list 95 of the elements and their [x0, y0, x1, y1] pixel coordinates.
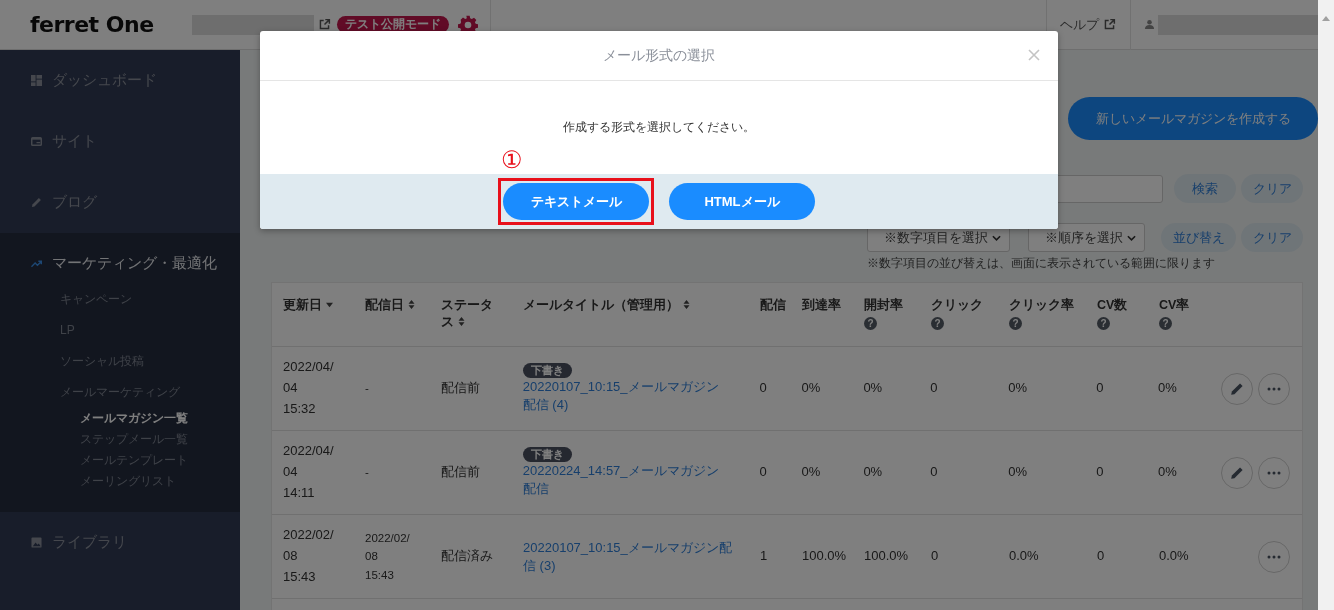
column-header[interactable]: メールタイトル（管理用）	[523, 297, 690, 314]
click-rate: 0.0%	[1009, 548, 1039, 564]
column-header[interactable]: 配信日	[365, 297, 415, 314]
updated-date: 2022/02/08 15:43	[283, 526, 335, 586]
column-header: クリック率	[1009, 297, 1074, 314]
sort-icon	[683, 300, 690, 309]
user-icon	[1144, 19, 1155, 30]
scrollbar[interactable]	[1318, 0, 1334, 610]
delivered-count: 0	[759, 380, 767, 396]
step-number: ①	[501, 145, 523, 175]
sidebar-item[interactable]: マーケティング・最適化	[0, 233, 240, 294]
pencil-icon	[1230, 465, 1244, 480]
click-count: 0	[930, 380, 938, 396]
cv-count: 0	[1096, 464, 1104, 480]
newsletter-title-link[interactable]: 20220107_10:15_メールマガジン配信 (4)	[522, 378, 732, 414]
help-icon[interactable]: ?	[1097, 316, 1110, 330]
cv-rate: 0%	[1158, 464, 1177, 480]
create-newsletter-button[interactable]: 新しいメールマガジンを作成する	[1068, 97, 1318, 140]
more-button[interactable]	[1258, 540, 1290, 573]
help-icon[interactable]: ?	[931, 316, 944, 330]
column-header[interactable]: ステータス	[441, 297, 497, 331]
column-header: CV率	[1159, 297, 1190, 314]
column-header: CV数	[1097, 297, 1128, 314]
clear-button[interactable]: クリア	[1241, 174, 1303, 203]
sidebar-label: マーケティング・最適化	[52, 254, 217, 273]
search-button[interactable]: 検索	[1174, 174, 1236, 203]
sent-date: 2022/02/08 15:43	[365, 530, 411, 583]
status: 配信前	[440, 464, 480, 480]
sort-order-select[interactable]: ※順序を選択	[1028, 223, 1145, 252]
column-header: 到達率	[802, 297, 841, 314]
sort-icon	[458, 316, 465, 326]
close-icon[interactable]	[1028, 49, 1040, 61]
window-icon	[31, 136, 42, 147]
logo[interactable]: ferret One	[30, 12, 192, 37]
edit-button[interactable]	[1221, 372, 1253, 405]
open-rate: 0%	[863, 464, 883, 480]
column-header[interactable]: 更新日	[283, 297, 333, 314]
open-rate: 0%	[863, 380, 883, 396]
reach-rate: 0%	[801, 464, 822, 481]
help-icon[interactable]: ?	[864, 316, 877, 330]
click-rate: 0%	[1008, 464, 1028, 480]
cv-count: 0	[1096, 380, 1104, 396]
newsletter-title-link[interactable]: 20220224_14:57_メールマガジン配信	[522, 462, 732, 498]
delivered-count: 1	[760, 548, 768, 564]
help-icon[interactable]: ?	[1009, 316, 1022, 330]
column-header: 開封率	[864, 297, 903, 314]
click-count: 0	[931, 548, 939, 564]
modal-title: メール形式の選択	[603, 46, 715, 65]
column-header: 配信	[760, 297, 786, 314]
ellipsis-icon	[1267, 554, 1281, 559]
sidebar-subitem[interactable]: メールマガジン一覧	[0, 408, 240, 429]
newsletter-title-link[interactable]: 20220107_10:15_メールマガジン配信 (3)	[523, 538, 732, 575]
reach-rate: 100.0%	[802, 548, 848, 565]
updated-date: 2022/04/04 15:32	[283, 358, 335, 418]
open-rate: 100.0%	[864, 548, 909, 564]
modal-message: 作成する形式を選択してください。	[563, 119, 755, 136]
pencil-icon	[31, 197, 42, 208]
reach-rate: 0%	[801, 380, 822, 397]
ellipsis-icon	[1267, 470, 1281, 475]
help-icon[interactable]: ?	[1159, 316, 1172, 330]
sort-button[interactable]: 並び替え	[1161, 223, 1236, 252]
sent-date: -	[364, 465, 370, 481]
delivered-count: 0	[759, 464, 767, 480]
scroll-up-icon[interactable]	[1322, 16, 1330, 21]
help-link[interactable]: ヘルプ	[1060, 15, 1099, 34]
text-mail-button[interactable]: テキストメール	[503, 183, 649, 220]
html-mail-button[interactable]: HTMLメール	[669, 183, 815, 220]
clear-button[interactable]: クリア	[1241, 223, 1303, 252]
cv-count: 0	[1097, 548, 1105, 564]
external-link-icon[interactable]	[1103, 18, 1116, 31]
sort-note: ※数字項目の並び替えは、画面に表示されている範囲に限ります	[867, 255, 1216, 272]
draft-badge: 下書き	[522, 447, 572, 463]
ellipsis-icon	[1267, 386, 1281, 391]
updated-date: 2022/04/04 14:11	[283, 442, 335, 502]
external-link-icon[interactable]	[318, 18, 331, 31]
pencil-icon	[1230, 381, 1244, 396]
more-button[interactable]	[1258, 456, 1290, 489]
cv-rate: 0%	[1158, 380, 1177, 396]
dashboard-icon	[31, 75, 42, 86]
status: 配信済み	[441, 548, 493, 564]
cv-rate: 0.0%	[1159, 548, 1189, 564]
image-icon	[31, 537, 42, 548]
draft-badge: 下書き	[522, 363, 572, 379]
column-header: クリック	[931, 297, 983, 314]
more-button[interactable]	[1258, 372, 1290, 405]
chevron-icon	[992, 234, 1001, 241]
caret-down-icon	[326, 300, 333, 309]
sort-icon	[408, 300, 415, 309]
chevron-icon	[1127, 234, 1136, 241]
trend-icon	[31, 258, 42, 269]
edit-button[interactable]	[1221, 456, 1253, 489]
click-count: 0	[930, 464, 938, 480]
click-rate: 0%	[1008, 380, 1028, 396]
status: 配信前	[440, 380, 480, 396]
sent-date: -	[364, 381, 370, 397]
